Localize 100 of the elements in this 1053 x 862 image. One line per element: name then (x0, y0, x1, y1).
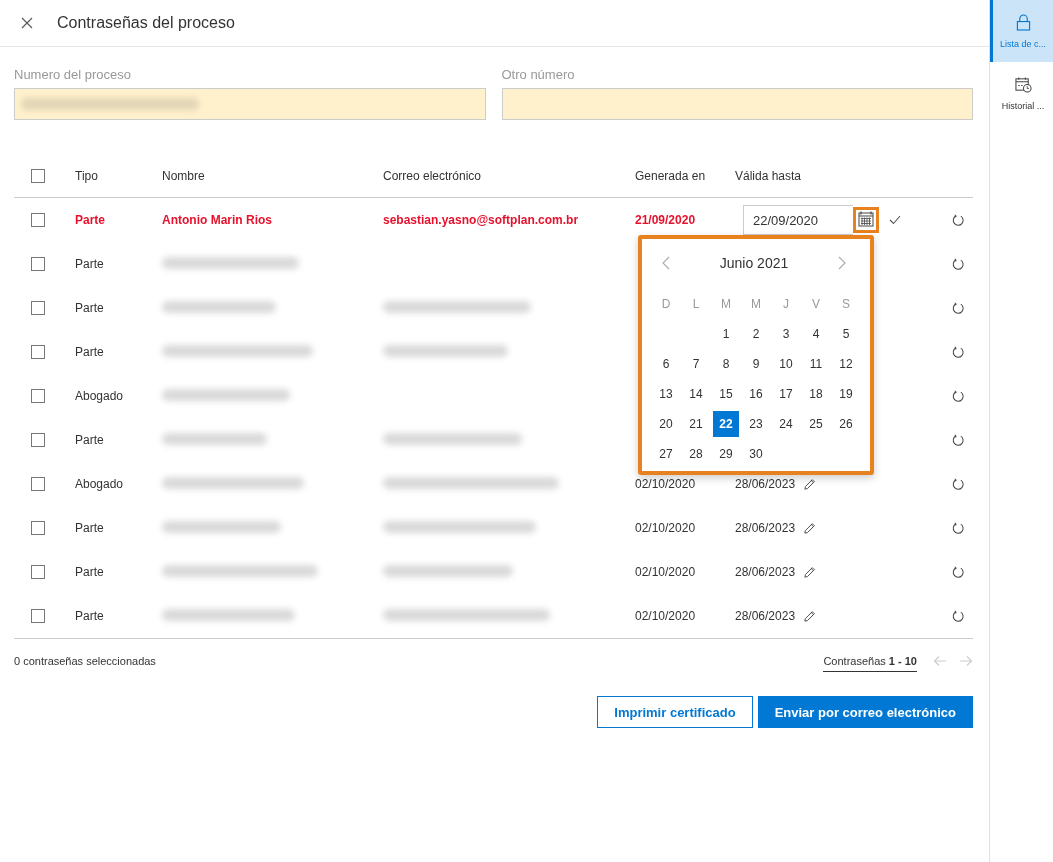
refresh-icon[interactable] (952, 521, 965, 535)
weekday-label: L (691, 296, 701, 313)
calendar-day[interactable]: 12 (833, 351, 859, 377)
table-cell: Parte (75, 521, 104, 535)
calendar-day[interactable]: 25 (803, 411, 829, 437)
calendar-day[interactable]: 9 (743, 351, 769, 377)
calendar-day[interactable]: 27 (653, 441, 679, 467)
table-cell: Abogado (75, 389, 124, 403)
weekday-label: S (841, 296, 851, 313)
calendar-day[interactable]: 4 (803, 321, 829, 347)
table-cell: 28/06/2023 (735, 565, 796, 579)
calendar-clock-icon (1014, 75, 1032, 93)
table-cell: 28/06/2023 (735, 609, 796, 623)
calendar-day[interactable]: 17 (773, 381, 799, 407)
check-icon[interactable] (889, 215, 901, 225)
calendar-icon[interactable] (853, 207, 879, 233)
table-cell: 02/10/2020 (635, 521, 696, 535)
input-field[interactable] (501, 88, 973, 120)
close-icon[interactable] (21, 17, 33, 29)
table-cell: Parte (75, 213, 106, 227)
table-cell: Parte (75, 433, 104, 447)
calendar-day[interactable]: 14 (683, 381, 709, 407)
table-cell: 28/06/2023 (735, 521, 796, 535)
weekday-label: M (720, 296, 732, 313)
weekday-label: M (750, 296, 762, 313)
checkbox[interactable] (31, 477, 45, 491)
pencil-icon[interactable] (803, 521, 817, 535)
pencil-icon[interactable] (803, 565, 817, 579)
calendar-day[interactable]: 29 (713, 441, 739, 467)
checkbox[interactable] (31, 521, 45, 535)
input-field[interactable] (14, 88, 486, 120)
column-header: Generada en (635, 168, 706, 183)
refresh-icon[interactable] (952, 565, 965, 579)
refresh-icon[interactable] (952, 609, 965, 623)
send-button[interactable]: Enviar por correo electrónico (757, 696, 973, 728)
calendar-day[interactable]: 10 (773, 351, 799, 377)
pencil-icon[interactable] (803, 477, 817, 491)
refresh-icon[interactable] (952, 389, 965, 403)
calendar-day[interactable]: 3 (773, 321, 799, 347)
pencil-icon[interactable] (803, 609, 817, 623)
sidebar-item[interactable]: Historial ... (990, 62, 1053, 124)
table-cell: Abogado (75, 477, 124, 491)
field-label: Numero del proceso (14, 67, 133, 82)
calendar-day[interactable]: 7 (683, 351, 709, 377)
calendar-day[interactable]: 28 (683, 441, 709, 467)
column-header: Correo electrónico (383, 168, 482, 183)
weekday-label: J (782, 296, 790, 313)
calendar-day[interactable]: 24 (773, 411, 799, 437)
table-cell: Parte (75, 301, 104, 315)
table-cell: Parte (75, 345, 104, 359)
refresh-icon[interactable] (952, 433, 965, 447)
table-cell: 02/10/2020 (635, 609, 696, 623)
table-cell: 21/09/2020 (635, 213, 696, 227)
table-cell: 02/10/2020 (635, 565, 696, 579)
table-cell: sebastian.yasno@softplan.com.br (383, 213, 579, 227)
calendar-day[interactable]: 19 (833, 381, 859, 407)
checkbox[interactable] (31, 168, 45, 183)
refresh-icon[interactable] (952, 301, 965, 315)
checkbox[interactable] (31, 345, 45, 359)
table-cell: Antonio Marin Rios (162, 213, 272, 227)
calendar-day[interactable]: 8 (713, 351, 739, 377)
calendar-day[interactable]: 11 (803, 351, 829, 377)
checkbox[interactable] (31, 609, 45, 623)
checkbox[interactable] (31, 565, 45, 579)
column-header: Válida hasta (735, 168, 802, 183)
selection-count: 0 contraseñas seleccionadas (14, 655, 156, 667)
refresh-icon[interactable] (952, 257, 965, 271)
calendar-day[interactable]: 26 (833, 411, 859, 437)
refresh-icon[interactable] (952, 345, 965, 359)
table-cell: Parte (75, 609, 104, 623)
refresh-icon[interactable] (952, 213, 965, 227)
field-label: Otro número (501, 67, 576, 82)
paging-label: Contraseñas 1 - 10 (823, 650, 917, 672)
print-button[interactable]: Imprimir certificado (597, 696, 753, 728)
checkbox[interactable] (31, 213, 45, 227)
table-cell: Parte (75, 257, 104, 271)
table-cell: Parte (75, 565, 104, 579)
column-header: Nombre (162, 168, 205, 183)
calendar-day[interactable]: 13 (653, 381, 679, 407)
checkbox[interactable] (31, 433, 45, 447)
calendar-day[interactable]: 15 (713, 381, 739, 407)
calendar-day[interactable]: 2 (743, 321, 769, 347)
calendar-day[interactable]: 6 (653, 351, 679, 377)
calendar-day[interactable]: 5 (833, 321, 859, 347)
calendar-month: Junio 2021 (719, 255, 789, 271)
calendar-day[interactable]: 16 (743, 381, 769, 407)
calendar-day[interactable]: 20 (653, 411, 679, 437)
sidebar-item[interactable]: Lista de c... (990, 0, 1053, 62)
checkbox[interactable] (31, 301, 45, 315)
calendar-day[interactable]: 23 (743, 411, 769, 437)
calendar-day[interactable]: 21 (683, 411, 709, 437)
calendar-day[interactable]: 30 (743, 441, 769, 467)
weekday-label: V (811, 296, 821, 313)
calendar-day[interactable]: 1 (713, 321, 739, 347)
checkbox[interactable] (31, 389, 45, 403)
checkbox[interactable] (31, 257, 45, 271)
calendar-day[interactable]: 18 (803, 381, 829, 407)
refresh-icon[interactable] (952, 477, 965, 491)
weekday-label: D (660, 296, 672, 313)
calendar-day[interactable]: 22 (713, 411, 739, 437)
